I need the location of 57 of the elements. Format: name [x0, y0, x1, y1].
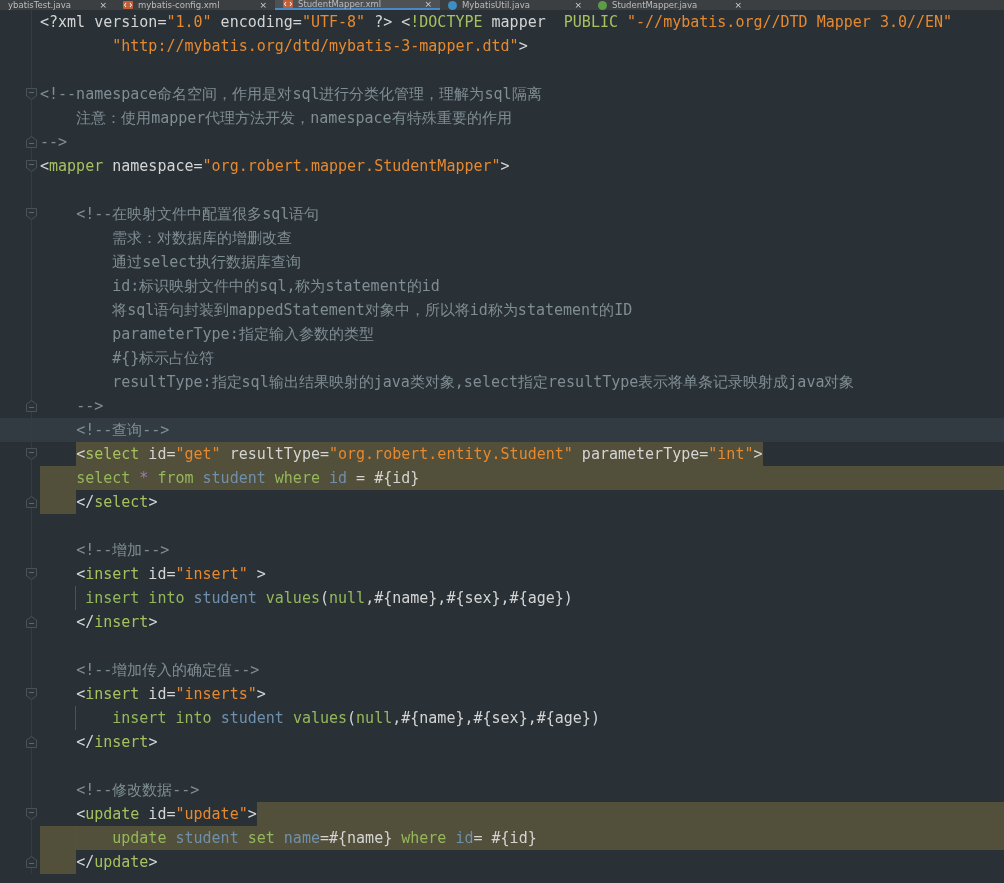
code-comment: 注意：使用mapper代理方法开发，namespace有特殊重要的作用 [76, 108, 512, 129]
close-icon[interactable]: × [99, 0, 107, 10]
editor-tab[interactable]: StudentMapper.java × [590, 0, 750, 10]
class-icon [448, 0, 457, 10]
fold-marker-icon[interactable] [26, 208, 37, 220]
fold-marker-icon[interactable] [26, 88, 37, 100]
code-line: insert into student values(null,#{name},#{sex},#{age}) [112, 708, 600, 729]
code-comment: #{}标示占位符 [112, 348, 215, 369]
close-icon[interactable]: × [259, 0, 267, 10]
code-comment: 需求：对数据库的增删改查 [112, 228, 293, 249]
fold-marker-icon[interactable] [26, 616, 37, 628]
fold-marker-icon[interactable] [26, 808, 37, 820]
code-comment: 通过select执行数据库查询 [112, 252, 302, 273]
code-comment: --> [76, 396, 104, 417]
code-comment: <!--查询--> [76, 420, 170, 441]
code-line: "http://mybatis.org/dtd/mybatis-3-mapper.dtd"> [112, 36, 528, 57]
interface-icon [598, 0, 607, 10]
code-comment: <!--增加传入的确定值--> [76, 660, 260, 681]
code-line: <update id="update"> [76, 804, 257, 825]
fold-marker-icon[interactable] [26, 448, 37, 460]
code-comment: parameterType:指定输入参数的类型 [112, 324, 374, 345]
code-comment: --> [40, 132, 68, 153]
code-comment: resultType:指定sql输出结果映射的java类对象,select指定resultType表示将单条记录映射成java对象 [112, 372, 855, 393]
code-line: update student set name=#{name} where id= #{id} [112, 828, 537, 849]
xml-file-icon [283, 0, 293, 8]
fold-marker-icon[interactable] [26, 736, 37, 748]
code-line: <mapper namespace="org.robert.mapper.StudentMapper"> [40, 156, 510, 177]
code-line: </select> [76, 492, 158, 513]
fold-marker-icon[interactable] [26, 160, 37, 172]
editor-tab[interactable]: mybatis-config.xml × [115, 0, 275, 10]
code-comment: 将sql语句封装到mappedStatement对象中，所以将id称为statement的ID [112, 300, 633, 321]
close-icon[interactable]: × [574, 0, 582, 10]
code-line: <insert id="insert" > [76, 564, 266, 585]
code-comment: <!--修改数据--> [76, 780, 200, 801]
xml-file-icon [123, 1, 133, 9]
code-comment: <!--增加--> [76, 540, 170, 561]
code-comment: id:标识映射文件中的sql,称为statement的id [112, 276, 440, 297]
fold-marker-icon[interactable] [26, 568, 37, 580]
code-line: <insert id="inserts"> [76, 684, 266, 705]
fold-marker-icon[interactable] [26, 856, 37, 868]
code-line: </insert> [76, 732, 158, 753]
fold-marker-icon[interactable] [26, 688, 37, 700]
code-line: <?xml version="1.0" encoding="UTF-8" ?> <!DOCTYPE mapper PUBLIC "-//mybatis.org//DTD Mapper 3.0//EN" [40, 12, 953, 33]
code-comment: <!--在映射文件中配置很多sql语句 [76, 204, 320, 225]
editor-tab[interactable]: StudentMapper.xml × [275, 0, 440, 10]
code-line: </insert> [76, 612, 158, 633]
editor-tab[interactable]: MybatisUtil.java × [440, 0, 590, 10]
code-line: </update> [76, 852, 158, 873]
fold-marker-icon[interactable] [26, 496, 37, 508]
close-icon[interactable]: × [734, 0, 742, 10]
fold-marker-icon[interactable] [26, 136, 37, 148]
code-comment: <!--namespace命名空间，作用是对sql进行分类化管理，理解为sql隔离 [40, 84, 542, 105]
editor-tab[interactable]: ybatisTest.java × [0, 0, 115, 10]
close-icon[interactable]: × [424, 0, 432, 9]
fold-marker-icon[interactable] [26, 400, 37, 412]
code-line: insert into student values(null,#{name},#{sex},#{age}) [85, 588, 573, 609]
code-line: select * from student where id = #{id} [76, 468, 420, 489]
